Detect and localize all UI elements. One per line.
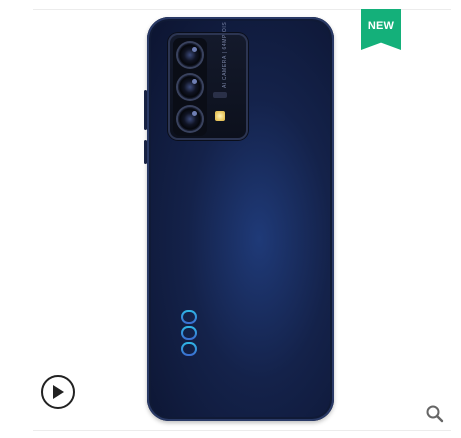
lens-highlight [192, 79, 197, 84]
lens-highlight [192, 47, 197, 52]
iqoo-logo [181, 310, 197, 364]
camera-lens-icon [178, 43, 202, 67]
camera-sensor [213, 92, 227, 98]
camera-module-text: AI CAMERA | 64MP OIS [222, 21, 228, 88]
play-circle-icon [53, 385, 64, 399]
camera-lens-icon [178, 107, 202, 131]
lens-highlight [192, 111, 197, 116]
play-video-button[interactable] [41, 375, 75, 409]
flash-icon [215, 111, 225, 121]
camera-lens-icon [178, 75, 202, 99]
magnifier-icon[interactable] [425, 404, 445, 424]
